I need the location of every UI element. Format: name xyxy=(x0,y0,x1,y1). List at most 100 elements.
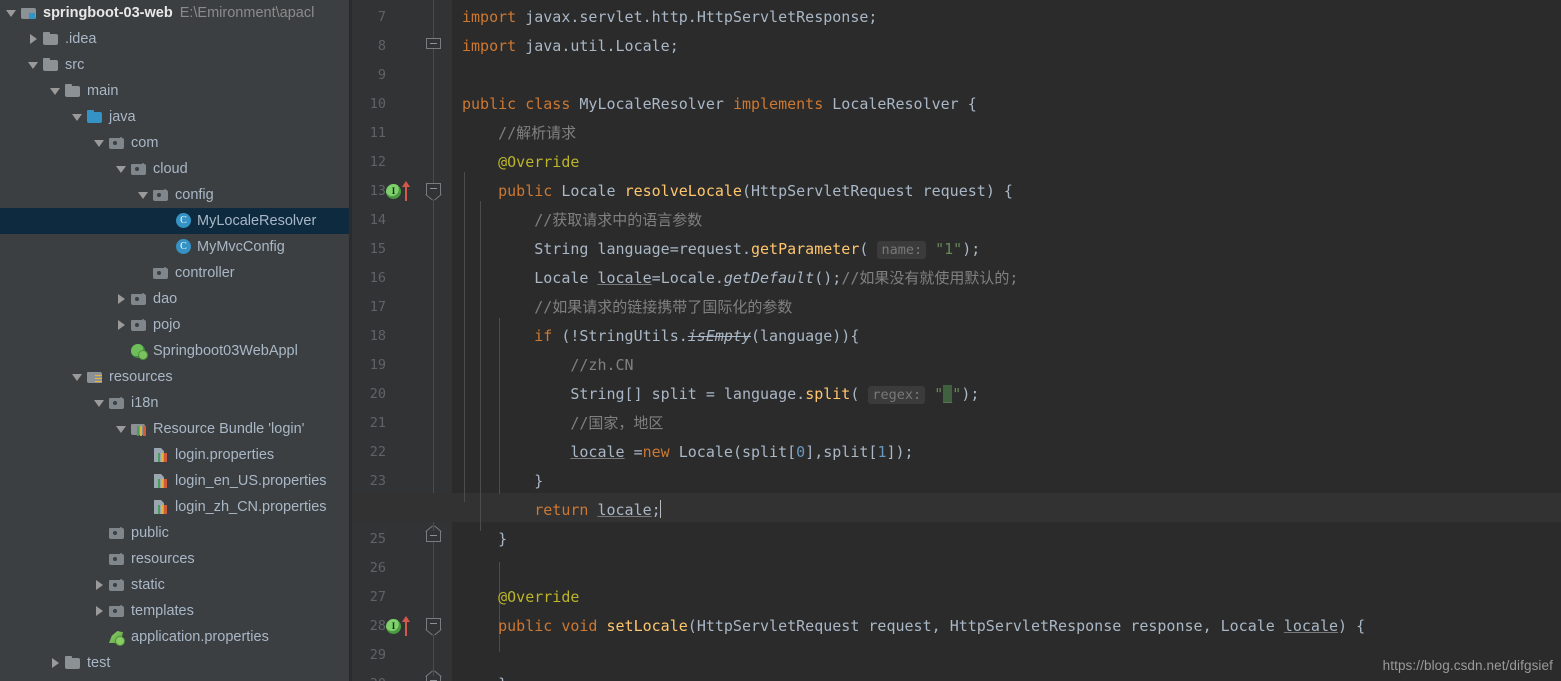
type-name: Locale xyxy=(615,37,670,55)
code-line-14[interactable]: //获取请求中的语言参数 xyxy=(452,206,702,235)
code-line-7[interactable]: import javax.servlet.http.HttpServletRes… xyxy=(452,3,877,32)
code-line-29[interactable] xyxy=(452,641,462,670)
tree-item-label: resources xyxy=(109,369,173,385)
chevron-down-icon[interactable] xyxy=(26,57,42,73)
tree-item-springboot03webappl[interactable]: Springboot03WebAppl xyxy=(0,338,349,364)
chevron-down-icon[interactable] xyxy=(70,109,86,125)
keyword: implements xyxy=(732,95,824,113)
tree-item-main[interactable]: main xyxy=(0,78,349,104)
tree-item-controller[interactable]: controller xyxy=(0,260,349,286)
code-line-27[interactable]: @Override xyxy=(452,583,579,612)
string-literal: " xyxy=(952,385,962,403)
tree-item-idea[interactable]: .idea xyxy=(0,26,349,52)
chevron-down-icon[interactable] xyxy=(70,369,86,385)
tree-item-templates[interactable]: templates xyxy=(0,598,349,624)
module-icon-glyph xyxy=(21,6,37,20)
tree-item-java[interactable]: java xyxy=(0,104,349,130)
tree-item-pojo[interactable]: pojo xyxy=(0,312,349,338)
comment: //如果请求的链接携带了国际化的参数 xyxy=(534,298,793,316)
code-line-21[interactable]: //国家，地区 xyxy=(452,409,663,438)
tree-item-label: main xyxy=(87,83,119,99)
tree-item-springboot-03-web[interactable]: springboot-03-web E:\Emironment\apacl xyxy=(0,0,349,26)
tree-item-label: dao xyxy=(153,291,178,307)
tree-item-test[interactable]: test xyxy=(0,650,349,676)
line-number: 18 xyxy=(369,328,386,344)
tree-item-config[interactable]: config xyxy=(0,182,349,208)
tree-item-login-zh-cn-properties[interactable]: login_zh_CN.properties xyxy=(0,494,349,520)
line-number: 9 xyxy=(377,67,386,83)
editor-gutter[interactable]: 7891011121314151617181920212223242526272… xyxy=(352,0,452,681)
tree-item-application-properties[interactable]: application.properties xyxy=(0,624,349,650)
chevron-right-icon[interactable] xyxy=(92,577,108,593)
tree-item-static[interactable]: static xyxy=(0,572,349,598)
tree-item-resource-bundle-login[interactable]: Resource Bundle 'login' xyxy=(0,416,349,442)
code-line-26[interactable] xyxy=(452,554,462,583)
project-tree-panel[interactable]: springboot-03-web E:\Emironment\apacl .ide… xyxy=(0,0,349,681)
chevron-down-icon[interactable] xyxy=(114,421,130,437)
fold-marker-line-8[interactable] xyxy=(352,32,452,61)
fold-toggle-icon[interactable] xyxy=(426,183,442,199)
code-text-area[interactable]: import javax.servlet.http.HttpServletRes… xyxy=(352,0,1561,681)
code-line-20[interactable]: String[] split = language.split( regex: … xyxy=(452,380,979,409)
chevron-down-icon[interactable] xyxy=(4,5,20,21)
fold-toggle-icon[interactable] xyxy=(426,618,442,634)
tree-item-mymvcconfig[interactable]: MyMvcConfig xyxy=(0,234,349,260)
tree-item-login-properties[interactable]: login.properties xyxy=(0,442,349,468)
type-name: LocaleResolver xyxy=(832,95,959,113)
tree-item-resources[interactable]: resources xyxy=(0,364,349,390)
code-editor[interactable]: 7891011121314151617181920212223242526272… xyxy=(352,0,1561,681)
tree-item-i18n[interactable]: i18n xyxy=(0,390,349,416)
code-line-28[interactable]: public void setLocale(HttpServletRequest… xyxy=(452,612,1365,641)
fold-marker-line-25[interactable] xyxy=(352,525,452,554)
local-variable: locale xyxy=(1283,617,1339,635)
code-line-17[interactable]: //如果请求的链接携带了国际化的参数 xyxy=(452,293,792,322)
tree-item-label: controller xyxy=(175,265,235,281)
code-line-25[interactable]: } xyxy=(452,525,507,554)
chevron-right-icon[interactable] xyxy=(26,31,42,47)
fold-toggle-icon[interactable] xyxy=(426,38,442,54)
folder-package-icon xyxy=(109,135,127,151)
project-tree[interactable]: springboot-03-web E:\Emironment\apacl .ide… xyxy=(0,0,349,676)
tree-item-dao[interactable]: dao xyxy=(0,286,349,312)
code-line-12[interactable]: @Override xyxy=(452,148,579,177)
folder-source-icon-glyph xyxy=(87,110,103,124)
spring-app-icon xyxy=(131,343,149,360)
code-line-18[interactable]: if (!StringUtils.isEmpty(language)){ xyxy=(452,322,859,351)
code-line-11[interactable]: //解析请求 xyxy=(452,119,576,148)
fold-marker-line-28[interactable] xyxy=(352,612,452,641)
tree-item-mylocaleresolver[interactable]: MyLocaleResolver xyxy=(0,208,349,234)
code-line-13[interactable]: public Locale resolveLocale(HttpServletR… xyxy=(452,177,1013,206)
fold-toggle-icon[interactable] xyxy=(426,531,442,547)
code-line-22[interactable]: locale =new Locale(split[0],split[1]); xyxy=(452,438,913,467)
fold-marker-line-30[interactable] xyxy=(352,670,452,681)
code-line-30[interactable]: } xyxy=(452,670,507,681)
code-line-23[interactable]: } xyxy=(452,467,543,496)
chevron-right-icon[interactable] xyxy=(48,655,64,671)
code-line-15[interactable]: String language=request.getParameter( na… xyxy=(452,235,980,264)
code-line-10[interactable]: public class MyLocaleResolver implements… xyxy=(452,90,977,119)
chevron-right-icon[interactable] xyxy=(114,291,130,307)
code-line-19[interactable]: //zh.CN xyxy=(452,351,633,380)
code-line-8[interactable]: import java.util.Locale; xyxy=(452,32,679,61)
chevron-down-icon[interactable] xyxy=(136,187,152,203)
tree-item-src[interactable]: src xyxy=(0,52,349,78)
chevron-down-icon[interactable] xyxy=(48,83,64,99)
tree-item-resources[interactable]: resources xyxy=(0,546,349,572)
code-line-16[interactable]: Locale locale=Locale.getDefault();//如果没有… xyxy=(452,264,1018,293)
chevron-down-icon[interactable] xyxy=(114,161,130,177)
identifier: java xyxy=(525,37,562,55)
tree-item-com[interactable]: com xyxy=(0,130,349,156)
tree-item-login-en-us-properties[interactable]: login_en_US.properties xyxy=(0,468,349,494)
chevron-down-icon[interactable] xyxy=(92,395,108,411)
chevron-right-icon[interactable] xyxy=(92,603,108,619)
fold-marker-line-13[interactable] xyxy=(352,177,452,206)
chevron-down-icon[interactable] xyxy=(92,135,108,151)
tree-item-public[interactable]: public xyxy=(0,520,349,546)
code-line-24[interactable]: return locale; xyxy=(452,496,661,525)
fold-toggle-icon[interactable] xyxy=(426,676,442,681)
code-line-9[interactable] xyxy=(452,61,462,90)
chevron-right-icon[interactable] xyxy=(114,317,130,333)
tree-item-cloud[interactable]: cloud xyxy=(0,156,349,182)
